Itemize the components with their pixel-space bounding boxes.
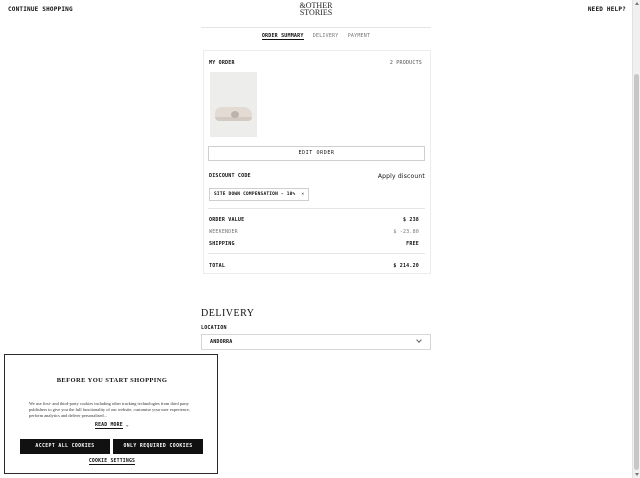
apply-discount-link[interactable]: Apply discount	[378, 173, 425, 180]
product-count: 2 PRODUCTS	[389, 60, 422, 66]
total-divider	[208, 253, 425, 254]
bag-knot	[231, 111, 239, 118]
only-required-cookies-button[interactable]: ONLY REQUIRED COOKIES	[113, 439, 203, 454]
cookie-consent-modal: BEFORE YOU START SHOPPING We use first- …	[4, 354, 218, 474]
scroll-down-icon[interactable]	[635, 473, 639, 476]
brand-logo[interactable]: &OTHER STORIES	[296, 2, 336, 17]
read-more-link[interactable]: READ MORE ⌄	[5, 423, 219, 429]
discount-code-chip: SITE DOWN COMPENSATION - 10% ×	[209, 188, 310, 201]
remove-discount-icon[interactable]: ×	[301, 192, 304, 197]
cookie-description: We use first- and third-party cookies in…	[29, 401, 190, 418]
cookie-title: BEFORE YOU START SHOPPING	[56, 377, 168, 384]
shipping-amount: FREE	[406, 241, 419, 247]
step-payment[interactable]: PAYMENT	[348, 33, 370, 39]
discount-code-text: SITE DOWN COMPENSATION - 10%	[214, 192, 296, 197]
accept-all-cookies-button[interactable]: ACCEPT ALL COOKIES	[20, 439, 110, 454]
checkout-steps: ORDER SUMMARY DELIVERY PAYMENT	[201, 33, 431, 40]
discount-code-label: DISCOUNT CODE	[209, 173, 251, 179]
my-order-heading: MY ORDER	[209, 60, 235, 66]
continue-shopping-link[interactable]: CONTINUE SHOPPING	[8, 6, 73, 13]
weekender-amount: $ -23.80	[393, 229, 419, 235]
shipping-label: SHIPPING	[209, 241, 235, 247]
read-more-label: READ MORE	[95, 423, 123, 429]
order-summary-card: MY ORDER 2 PRODUCTS EDIT ORDER DISCOUNT …	[203, 50, 431, 274]
location-label: LOCATION	[201, 325, 227, 331]
chevron-down-icon: ⌄	[125, 423, 129, 428]
cookie-settings-link[interactable]: COOKIE SETTINGS	[5, 459, 219, 465]
total-amount: $ 214.20	[393, 263, 419, 269]
logo-line-2: STORIES	[299, 8, 333, 17]
total-label: TOTAL	[209, 263, 226, 269]
step-delivery[interactable]: DELIVERY	[313, 33, 339, 39]
summary-divider	[208, 208, 425, 209]
steps-divider	[201, 27, 431, 28]
top-bar: CONTINUE SHOPPING &OTHER STORIES NEED HE…	[0, 0, 630, 20]
order-value-label: ORDER VALUE	[209, 217, 245, 223]
delivery-heading: DELIVERY	[201, 308, 255, 319]
scroll-up-icon[interactable]	[635, 2, 639, 5]
product-thumbnail[interactable]	[210, 72, 257, 137]
cookie-settings-label: COOKIE SETTINGS	[88, 459, 136, 465]
location-value: ANDORRA	[210, 339, 233, 345]
step-order-summary[interactable]: ORDER SUMMARY	[261, 33, 304, 40]
need-help-link[interactable]: NEED HELP?	[588, 6, 626, 13]
chevron-down-icon	[416, 337, 422, 343]
scrollbar-thumb[interactable]	[634, 74, 639, 470]
location-select[interactable]: ANDORRA	[201, 334, 431, 350]
page-scrollbar[interactable]	[632, 0, 640, 478]
order-value-amount: $ 238	[402, 217, 419, 223]
weekender-label: WEEKENDER	[209, 229, 238, 235]
edit-order-button[interactable]: EDIT ORDER	[208, 146, 425, 161]
